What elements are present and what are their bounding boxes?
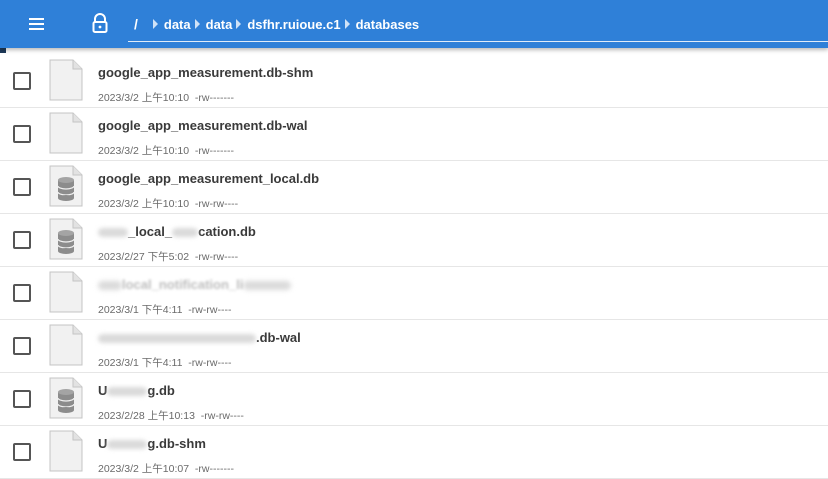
- row-checkbox[interactable]: [13, 178, 31, 196]
- file-meta: 2023/3/2 上午10:07 -rw-------: [98, 461, 234, 476]
- file-meta: 2023/3/2 上午10:10 -rw-------: [98, 143, 234, 158]
- file-row[interactable]: _local_ cation.db 2023/2/27 下午5:02 -rw-rw…: [0, 214, 828, 267]
- file-name-part: _local_: [128, 224, 173, 239]
- row-checkbox[interactable]: [13, 337, 31, 355]
- file-name-part: g.db-shm: [147, 436, 206, 451]
- file-permissions: -rw-------: [194, 463, 234, 475]
- database-icon: [48, 164, 84, 208]
- file-permissions: -rw-------: [194, 92, 234, 104]
- file-name-part: g.db: [147, 383, 175, 398]
- chevron-right-icon: [194, 19, 200, 29]
- file-row[interactable]: local_notification_li 2023/3/1 下午4:11 -r…: [0, 267, 828, 320]
- file-meta: 2023/2/27 下午5:02 -rw-rw----: [98, 249, 238, 264]
- file-date: 2023/3/2 上午10:10: [98, 198, 190, 210]
- file-permissions: -rw-------: [194, 145, 234, 157]
- file-list: google_app_measurement.db-shm 2023/3/2 上…: [0, 55, 828, 479]
- breadcrumb-databases[interactable]: databases: [356, 17, 420, 32]
- row-checkbox[interactable]: [13, 284, 31, 302]
- file-row[interactable]: google_app_measurement.db-wal 2023/3/2 上…: [0, 108, 828, 161]
- file-meta: 2023/2/28 上午10:13 -rw-rw----: [98, 408, 244, 423]
- file-icon: [48, 58, 84, 102]
- file-permissions: -rw-rw----: [194, 198, 239, 210]
- redacted-text: [243, 281, 292, 291]
- file-permissions: -rw-rw----: [194, 251, 239, 263]
- file-row[interactable]: Ug.db 2023/2/28 上午10:13 -rw-rw----: [0, 373, 828, 426]
- chevron-right-icon: [152, 19, 158, 29]
- file-date: 2023/3/1 下午4:11: [98, 357, 183, 369]
- chevron-right-icon: [236, 19, 242, 29]
- breadcrumb-root[interactable]: /: [124, 16, 149, 32]
- file-row[interactable]: Ug.db-shm 2023/3/2 上午10:07 -rw-------: [0, 426, 828, 479]
- file-meta: 2023/3/2 上午10:10 -rw-rw----: [98, 196, 238, 211]
- file-name: .db-wal: [98, 330, 301, 345]
- row-checkbox[interactable]: [13, 125, 31, 143]
- breadcrumb-package[interactable]: dsfhr.ruioue.c1: [247, 17, 340, 32]
- file-date: 2023/3/2 上午10:10: [98, 92, 190, 104]
- lock-icon[interactable]: [86, 11, 114, 37]
- redacted-text: [172, 228, 199, 238]
- file-date: 2023/2/27 下午5:02: [98, 251, 190, 263]
- file-name-part: U: [98, 383, 108, 398]
- chevron-right-icon: [344, 19, 350, 29]
- redacted-text: [98, 228, 128, 238]
- breadcrumb-data-2[interactable]: data: [206, 17, 233, 32]
- database-icon: [48, 376, 84, 420]
- file-icon: [48, 429, 84, 473]
- file-permissions: -rw-rw----: [188, 304, 232, 316]
- app-toolbar: / data data dsfhr.ruioue.c1 databases: [0, 0, 828, 48]
- row-checkbox[interactable]: [13, 72, 31, 90]
- breadcrumb: / data data dsfhr.ruioue.c1 databases: [124, 0, 828, 48]
- redacted-text: [98, 281, 122, 291]
- breadcrumb-data[interactable]: data: [164, 17, 191, 32]
- database-icon: [48, 217, 84, 261]
- file-name: google_app_measurement.db-shm: [98, 65, 314, 80]
- file-name-part: U: [98, 436, 108, 451]
- redacted-text: [107, 387, 148, 397]
- file-date: 2023/3/2 上午10:10: [98, 145, 190, 157]
- file-meta: 2023/3/2 上午10:10 -rw-------: [98, 90, 234, 105]
- file-icon: [48, 323, 84, 367]
- file-name: _local_ cation.db: [98, 224, 256, 239]
- file-name: Ug.db: [98, 383, 175, 398]
- menu-icon[interactable]: [22, 12, 50, 36]
- row-checkbox[interactable]: [13, 231, 31, 249]
- file-date: 2023/3/1 下午4:11: [98, 304, 183, 316]
- file-name-part: .db-wal: [256, 330, 301, 345]
- file-row[interactable]: google_app_measurement_local.db 2023/3/2…: [0, 161, 828, 214]
- file-name: google_app_measurement_local.db: [98, 171, 320, 186]
- file-row[interactable]: .db-wal 2023/3/1 下午4:11 -rw-rw----: [0, 320, 828, 373]
- file-meta: 2023/3/1 下午4:11 -rw-rw----: [98, 302, 231, 317]
- file-icon: [48, 270, 84, 314]
- file-name: local_notification_li: [98, 277, 292, 292]
- row-checkbox[interactable]: [13, 443, 31, 461]
- file-meta: 2023/3/1 下午4:11 -rw-rw----: [98, 355, 231, 370]
- file-name: google_app_measurement.db-wal: [98, 118, 308, 133]
- file-permissions: -rw-rw----: [188, 357, 232, 369]
- toolbar-edge: [0, 48, 6, 53]
- file-name-part: cation.db: [198, 224, 256, 239]
- file-permissions: -rw-rw----: [200, 410, 244, 422]
- file-date: 2023/3/2 上午10:07: [98, 463, 190, 475]
- file-row[interactable]: google_app_measurement.db-shm 2023/3/2 上…: [0, 55, 828, 108]
- redacted-text: [98, 334, 256, 344]
- row-checkbox[interactable]: [13, 390, 31, 408]
- file-icon: [48, 111, 84, 155]
- file-name-part: local_notification_li: [122, 277, 244, 292]
- file-name: Ug.db-shm: [98, 436, 206, 451]
- redacted-text: [107, 440, 148, 450]
- breadcrumb-underline: [128, 41, 828, 42]
- file-date: 2023/2/28 上午10:13: [98, 410, 195, 422]
